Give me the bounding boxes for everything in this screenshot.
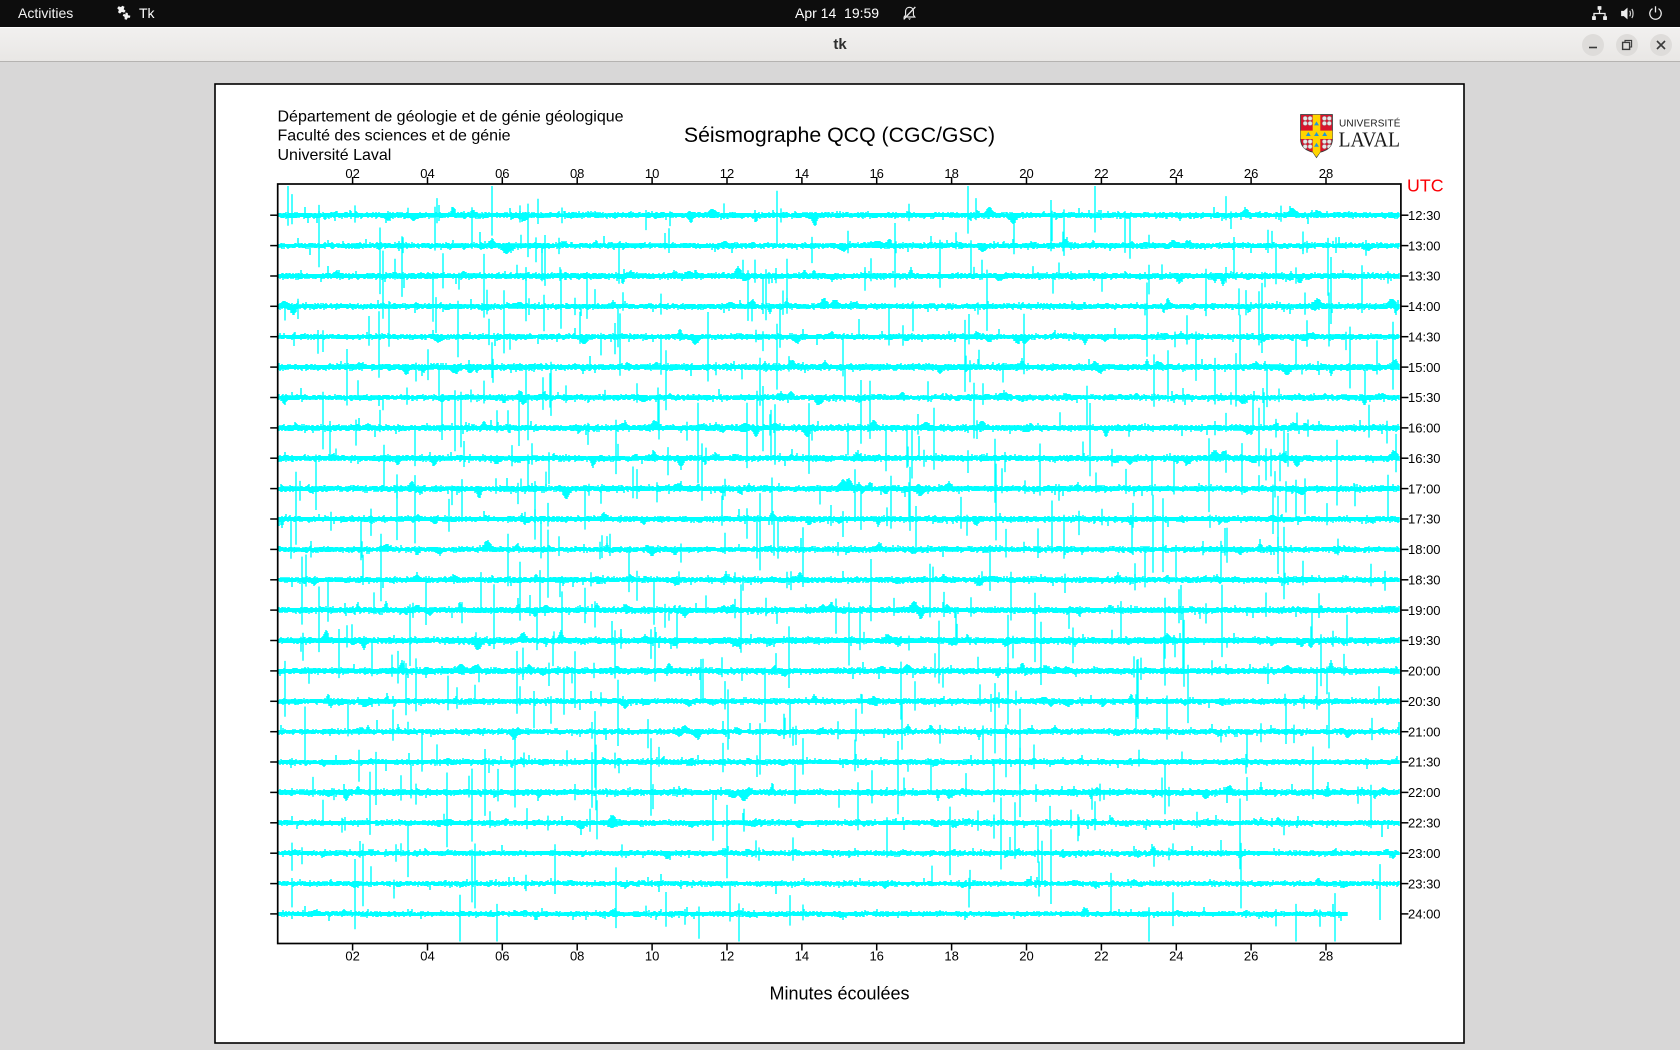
svg-text:12: 12 bbox=[720, 166, 734, 181]
svg-text:13:00: 13:00 bbox=[1408, 238, 1441, 253]
svg-text:26: 26 bbox=[1244, 166, 1258, 181]
svg-text:22:30: 22:30 bbox=[1408, 816, 1441, 831]
svg-text:16:00: 16:00 bbox=[1408, 421, 1441, 436]
svg-text:08: 08 bbox=[570, 949, 584, 964]
svg-text:24: 24 bbox=[1169, 949, 1183, 964]
svg-text:16: 16 bbox=[869, 949, 883, 964]
svg-text:UTC: UTC bbox=[1407, 176, 1444, 196]
svg-text:10: 10 bbox=[645, 949, 659, 964]
svg-text:10: 10 bbox=[645, 166, 659, 181]
svg-text:26: 26 bbox=[1244, 949, 1258, 964]
svg-text:20: 20 bbox=[1019, 166, 1033, 181]
svg-text:24:00: 24:00 bbox=[1408, 907, 1441, 922]
svg-text:Minutes écoulées: Minutes écoulées bbox=[769, 984, 909, 1004]
svg-text:23:30: 23:30 bbox=[1408, 876, 1441, 891]
svg-text:LAVAL: LAVAL bbox=[1339, 127, 1401, 151]
svg-text:17:30: 17:30 bbox=[1408, 512, 1441, 527]
svg-text:Faculté des sciences et de gén: Faculté des sciences et de génie bbox=[278, 128, 511, 145]
svg-text:18:00: 18:00 bbox=[1408, 542, 1441, 557]
svg-text:21:00: 21:00 bbox=[1408, 724, 1441, 739]
svg-text:19:00: 19:00 bbox=[1408, 603, 1441, 618]
svg-text:12:30: 12:30 bbox=[1408, 208, 1441, 223]
svg-text:14:00: 14:00 bbox=[1408, 299, 1441, 314]
svg-text:02: 02 bbox=[345, 949, 359, 964]
svg-text:15:00: 15:00 bbox=[1408, 360, 1441, 375]
svg-text:22:00: 22:00 bbox=[1408, 785, 1441, 800]
svg-text:22: 22 bbox=[1094, 949, 1108, 964]
svg-text:02: 02 bbox=[345, 166, 359, 181]
svg-text:Séismographe QCQ (CGC/GSC): Séismographe QCQ (CGC/GSC) bbox=[684, 123, 995, 147]
svg-text:20:30: 20:30 bbox=[1408, 694, 1441, 709]
svg-text:16: 16 bbox=[869, 166, 883, 181]
svg-text:16:30: 16:30 bbox=[1408, 451, 1441, 466]
svg-text:04: 04 bbox=[420, 166, 434, 181]
svg-text:21:30: 21:30 bbox=[1408, 755, 1441, 770]
svg-text:20:00: 20:00 bbox=[1408, 664, 1441, 679]
svg-text:18: 18 bbox=[944, 949, 958, 964]
svg-text:22: 22 bbox=[1094, 166, 1108, 181]
svg-text:Département de géologie et de: Département de géologie et de génie géol… bbox=[278, 108, 624, 125]
svg-text:04: 04 bbox=[420, 949, 434, 964]
svg-text:14:30: 14:30 bbox=[1408, 329, 1441, 344]
svg-text:28: 28 bbox=[1319, 949, 1333, 964]
svg-text:08: 08 bbox=[570, 166, 584, 181]
svg-text:12: 12 bbox=[720, 949, 734, 964]
svg-text:14: 14 bbox=[795, 949, 809, 964]
svg-text:Université Laval: Université Laval bbox=[278, 147, 392, 164]
svg-text:15:30: 15:30 bbox=[1408, 390, 1441, 405]
svg-text:06: 06 bbox=[495, 949, 509, 964]
svg-text:23:00: 23:00 bbox=[1408, 846, 1441, 861]
svg-text:18: 18 bbox=[944, 166, 958, 181]
svg-text:17:00: 17:00 bbox=[1408, 481, 1441, 496]
svg-text:13:30: 13:30 bbox=[1408, 269, 1441, 284]
svg-text:14: 14 bbox=[795, 166, 809, 181]
svg-text:06: 06 bbox=[495, 166, 509, 181]
svg-text:19:30: 19:30 bbox=[1408, 633, 1441, 648]
svg-text:24: 24 bbox=[1169, 166, 1183, 181]
svg-text:20: 20 bbox=[1019, 949, 1033, 964]
svg-text:28: 28 bbox=[1319, 166, 1333, 181]
svg-text:18:30: 18:30 bbox=[1408, 573, 1441, 588]
